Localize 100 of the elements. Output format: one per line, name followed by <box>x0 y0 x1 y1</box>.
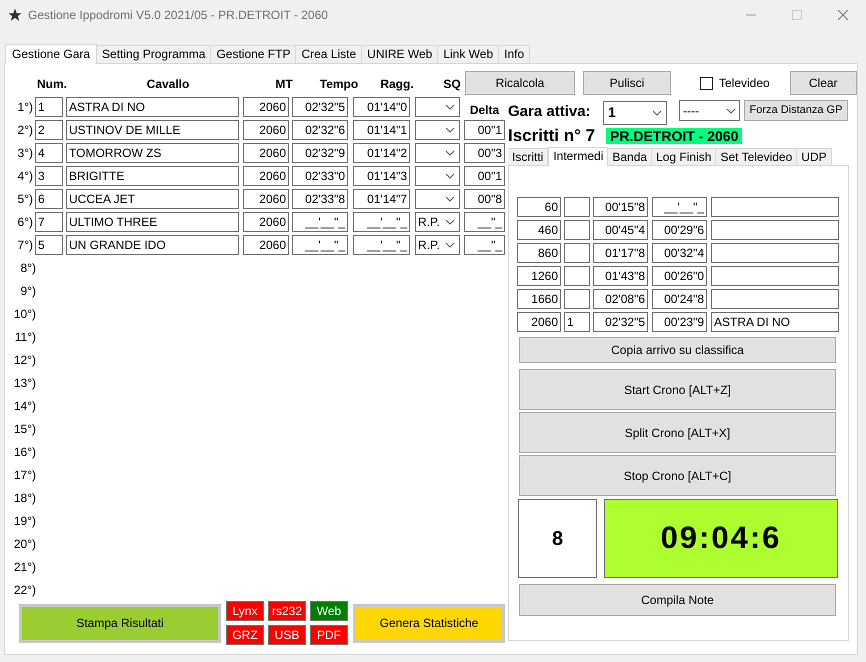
text-field[interactable]: ASTRA DI NO <box>66 97 239 117</box>
compile-notes-button[interactable]: Compila Note <box>519 584 836 616</box>
output-toggle[interactable]: USB <box>268 625 306 645</box>
print-results-button[interactable]: Stampa Risultati <box>19 604 221 642</box>
text-field[interactable]: 60 <box>517 197 561 217</box>
text-field[interactable]: 00'29"6 <box>652 220 707 240</box>
text-field[interactable]: 2 <box>35 120 63 140</box>
tab[interactable]: Gestione FTP <box>211 45 296 63</box>
output-toggle[interactable]: PDF <box>310 625 348 645</box>
output-toggle[interactable]: Web <box>310 601 348 621</box>
output-toggle[interactable]: GRZ <box>226 625 264 645</box>
clear-button[interactable]: Clear <box>790 71 857 95</box>
text-field[interactable]: __'__"_ <box>353 235 410 255</box>
tab[interactable]: Set Televideo <box>716 148 798 165</box>
tab[interactable]: Gestione Gara <box>5 44 98 64</box>
text-field[interactable]: 02'33"8 <box>292 189 348 209</box>
text-field[interactable]: 2060 <box>243 97 289 117</box>
text-field[interactable] <box>711 220 839 240</box>
tab[interactable]: Info <box>499 45 530 63</box>
text-field[interactable]: 1 <box>564 312 590 332</box>
text-field[interactable]: __'__"_ <box>353 212 410 232</box>
text-field[interactable] <box>564 197 590 217</box>
text-field[interactable]: 2060 <box>243 120 289 140</box>
tab[interactable]: UNIRE Web <box>362 45 438 63</box>
text-field[interactable]: 02'33"0 <box>292 166 348 186</box>
recalculate-button[interactable]: Ricalcola <box>465 71 575 95</box>
text-field[interactable]: 01'14"1 <box>353 120 410 140</box>
text-field[interactable]: 01'14"0 <box>353 97 410 117</box>
text-field[interactable]: USTINOV DE MILLE <box>66 120 239 140</box>
text-field[interactable]: 00'24"8 <box>652 289 707 309</box>
text-field[interactable] <box>564 220 590 240</box>
text-field[interactable]: 02'32"9 <box>292 143 348 163</box>
text-field[interactable]: 00"3 <box>464 143 505 163</box>
text-field[interactable] <box>564 243 590 263</box>
tab[interactable]: Iscritti <box>508 148 548 165</box>
text-field[interactable]: 3 <box>35 166 63 186</box>
text-field[interactable]: 02'32"6 <box>292 120 348 140</box>
sq-dropdown[interactable]: R.P. <box>415 235 460 255</box>
text-field[interactable]: 1660 <box>517 289 561 309</box>
force-distance-button[interactable]: Forza Distanza GP <box>744 100 848 121</box>
text-field[interactable]: __"_ <box>464 212 505 232</box>
text-field[interactable]: 00'26"0 <box>652 266 707 286</box>
text-field[interactable]: 860 <box>517 243 561 263</box>
text-field[interactable]: 02'08"6 <box>593 289 648 309</box>
text-field[interactable]: 5 <box>35 235 63 255</box>
text-field[interactable]: 00'23"9 <box>652 312 707 332</box>
text-field[interactable] <box>711 289 839 309</box>
text-field[interactable] <box>564 266 590 286</box>
text-field[interactable]: __"_ <box>464 235 505 255</box>
text-field[interactable]: 2060 <box>243 189 289 209</box>
tab[interactable]: UDP <box>797 148 832 165</box>
text-field[interactable]: 1 <box>35 97 63 117</box>
text-field[interactable]: BRIGITTE <box>66 166 239 186</box>
chrono-button[interactable]: Split Crono [ALT+X] <box>519 412 836 453</box>
text-field[interactable]: 00'15"8 <box>593 197 648 217</box>
sq-dropdown[interactable]: R.P. <box>415 212 460 232</box>
text-field[interactable]: 1260 <box>517 266 561 286</box>
text-field[interactable]: 02'32"5 <box>593 312 648 332</box>
text-field[interactable]: __'__"_ <box>652 197 707 217</box>
tab[interactable]: Log Finish <box>652 148 716 165</box>
text-field[interactable]: 02'32"5 <box>292 97 348 117</box>
text-field[interactable] <box>711 197 839 217</box>
copy-arrival-button[interactable]: Copia arrivo su classifica <box>519 337 836 363</box>
tab[interactable]: Intermedi <box>548 147 608 166</box>
text-field[interactable]: 2060 <box>517 312 561 332</box>
generate-statistics-button[interactable]: Genera Statistiche <box>353 604 505 642</box>
text-field[interactable]: UCCEA JET <box>66 189 239 209</box>
text-field[interactable]: 7 <box>35 212 63 232</box>
sq-dropdown[interactable] <box>415 97 460 117</box>
sq-dropdown[interactable] <box>415 189 460 209</box>
race-dropdown[interactable]: 1 <box>603 100 667 124</box>
output-toggle[interactable]: rs232 <box>268 601 306 621</box>
televideo-checkbox[interactable] <box>700 76 713 90</box>
text-field[interactable]: 01'14"7 <box>353 189 410 209</box>
tab[interactable]: Setting Programma <box>97 45 212 63</box>
clean-button[interactable]: Pulisci <box>583 71 671 95</box>
distance-dropdown[interactable]: ---- <box>679 100 740 121</box>
tab[interactable]: Crea Liste <box>296 45 362 63</box>
text-field[interactable]: 00'45"4 <box>593 220 648 240</box>
text-field[interactable] <box>564 289 590 309</box>
text-field[interactable]: 00"8 <box>464 189 505 209</box>
text-field[interactable]: 4 <box>35 143 63 163</box>
text-field[interactable]: 460 <box>517 220 561 240</box>
text-field[interactable]: 2060 <box>243 235 289 255</box>
tab[interactable]: Banda <box>608 148 652 165</box>
text-field[interactable]: __'__"_ <box>292 235 348 255</box>
chrono-button[interactable]: Stop Crono [ALT+C] <box>519 455 836 496</box>
text-field[interactable]: 2060 <box>243 166 289 186</box>
text-field[interactable]: 01'14"2 <box>353 143 410 163</box>
text-field[interactable]: 2060 <box>243 212 289 232</box>
text-field[interactable]: 00'32"4 <box>652 243 707 263</box>
text-field[interactable]: ASTRA DI NO <box>711 312 839 332</box>
text-field[interactable]: TOMORROW ZS <box>66 143 239 163</box>
text-field[interactable]: 00"1 <box>464 120 505 140</box>
text-field[interactable]: ULTIMO THREE <box>66 212 239 232</box>
text-field[interactable]: 00"1 <box>464 166 505 186</box>
chrono-button[interactable]: Start Crono [ALT+Z] <box>519 369 836 410</box>
output-toggle[interactable]: Lynx <box>226 601 264 621</box>
text-field[interactable] <box>711 243 839 263</box>
text-field[interactable]: UN GRANDE IDO <box>66 235 239 255</box>
